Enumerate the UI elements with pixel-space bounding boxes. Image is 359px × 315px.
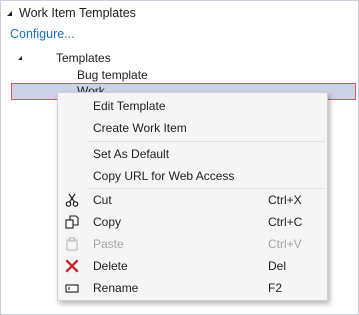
menu-item-delete[interactable]: Delete Del <box>58 255 327 277</box>
section-header[interactable]: Work Item Templates <box>7 4 136 22</box>
menu-item-shortcut: F2 <box>268 281 283 295</box>
scissors-icon <box>64 192 80 208</box>
menu-item-cut[interactable]: Cut Ctrl+X <box>58 189 327 211</box>
collapse-arrow-icon[interactable] <box>7 11 12 16</box>
menu-item-copy-url[interactable]: Copy URL for Web Access <box>58 165 327 187</box>
menu-item-paste[interactable]: Paste Ctrl+V <box>58 233 327 255</box>
menu-item-label: Copy URL for Web Access <box>93 169 235 183</box>
tree-node-label: Templates <box>56 51 111 65</box>
menu-item-edit-template[interactable]: Edit Template <box>58 95 327 117</box>
paste-icon <box>64 236 80 252</box>
menu-item-label: Paste <box>93 237 124 251</box>
menu-item-set-as-default[interactable]: Set As Default <box>58 143 327 165</box>
menu-item-label: Create Work Item <box>93 121 187 135</box>
menu-item-shortcut: Ctrl+C <box>268 215 303 229</box>
menu-item-label: Cut <box>93 193 112 207</box>
tree-node-templates[interactable]: Templates <box>18 50 111 66</box>
menu-item-label: Set As Default <box>93 147 170 161</box>
menu-item-label: Edit Template <box>93 99 166 113</box>
menu-item-label: Delete <box>93 259 128 273</box>
menu-item-label: Rename <box>93 281 139 295</box>
copy-icon <box>64 214 80 230</box>
menu-item-shortcut: Ctrl+X <box>268 193 302 207</box>
menu-item-rename[interactable]: Rename F2 <box>58 277 327 299</box>
team-explorer-panel: Work Item Templates Configure... Templat… <box>0 0 359 315</box>
menu-item-create-work-item[interactable]: Create Work Item <box>58 117 327 139</box>
menu-item-shortcut: Del <box>268 259 287 273</box>
menu-item-shortcut: Ctrl+V <box>268 237 302 251</box>
rename-icon <box>64 280 80 296</box>
section-title: Work Item Templates <box>19 6 136 20</box>
delete-x-icon <box>64 258 80 274</box>
tree-expand-icon[interactable] <box>18 56 22 60</box>
menu-item-label: Copy <box>93 215 122 229</box>
context-menu: Edit Template Create Work Item Set As De… <box>57 92 328 301</box>
tree-item-bug-template[interactable]: Bug template <box>77 67 148 83</box>
menu-item-copy[interactable]: Copy Ctrl+C <box>58 211 327 233</box>
menu-separator <box>88 141 325 142</box>
configure-link[interactable]: Configure... <box>10 27 75 41</box>
